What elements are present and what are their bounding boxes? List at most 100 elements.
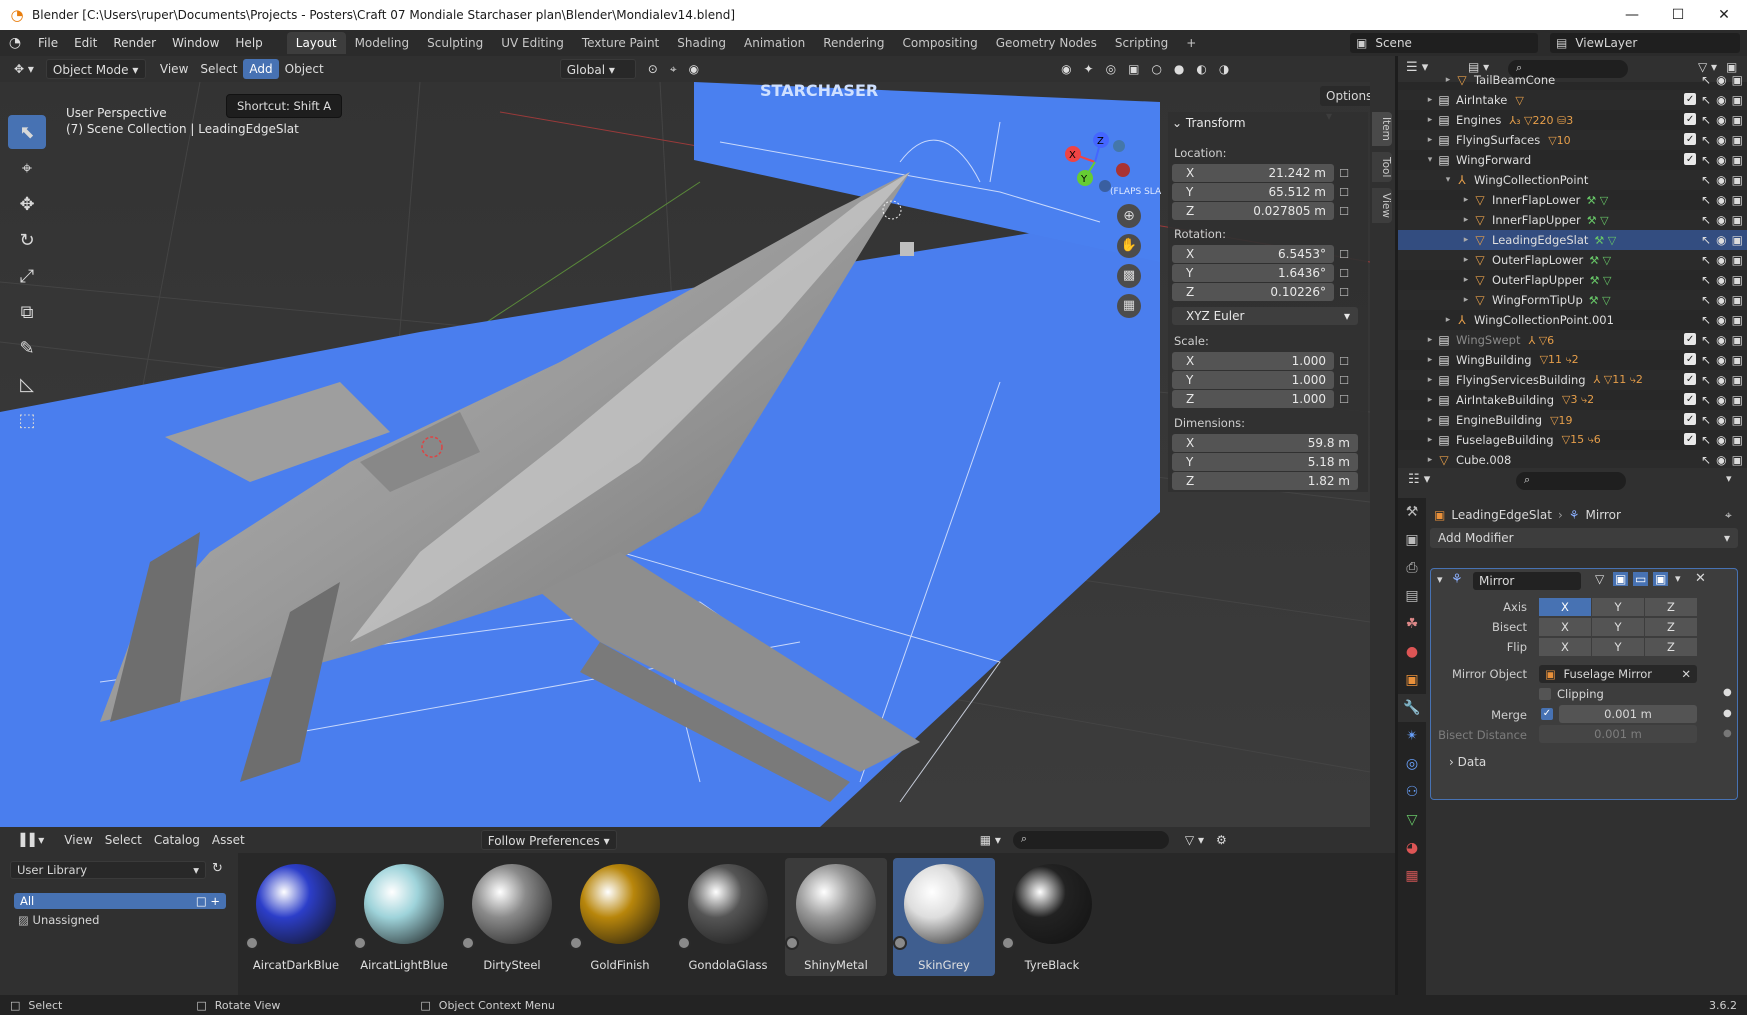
menu-edit[interactable]: Edit [66,36,105,50]
expand-arrow-icon[interactable]: ▸ [1460,215,1472,225]
close-window-button[interactable]: ✕ [1701,0,1747,30]
selectable-arrow-icon[interactable]: ↖ [1701,393,1711,407]
exclude-checkbox[interactable]: ✓ [1684,133,1697,145]
location-y-field[interactable]: Y 65.512 m [1172,183,1334,201]
blender-menu-icon[interactable]: ◔ [0,35,30,51]
visibility-eye-icon[interactable]: ◉ [1716,293,1726,307]
selectable-arrow-icon[interactable]: ↖ [1701,333,1711,347]
viewlayer-selector[interactable]: ▤ ViewLayer [1550,33,1740,53]
rotate-tool-icon[interactable]: ↻ [8,223,46,257]
add-catalog-icon[interactable]: □ + [196,893,220,909]
add-modifier-button[interactable]: Add Modifier ▾ [1430,528,1738,548]
rotation-y-field[interactable]: Y 1.6436° [1172,264,1334,282]
render-camera-icon[interactable]: ▣ [1732,173,1743,187]
outliner-row[interactable]: ▾ ⅄ WingCollectionPoint ↖ ◉ ▣ [1398,170,1747,190]
world-properties-icon[interactable]: ● [1398,638,1426,666]
render-camera-icon[interactable]: ▣ [1732,373,1743,387]
outliner-row[interactable]: ▸ ▽ InnerFlapUpper ⚒ ▽ ↖ ◉ ▣ [1398,210,1747,230]
dimensions-y-field[interactable]: Y 5.18 m [1172,453,1358,471]
visibility-eye-icon[interactable]: ◉ [1716,233,1726,247]
outliner-row[interactable]: ▾ ▤ WingForward ✓ ↖ ◉ ▣ [1398,150,1747,170]
visibility-eye-icon[interactable]: ◉ [1716,413,1726,427]
outliner-row[interactable]: ▸ ▤ FlyingSurfaces ▽10 ✓ ↖ ◉ ▣ [1398,130,1747,150]
outliner-row[interactable]: ▸ ▽ TailBeamCone ↖ ◉ ▣ [1398,70,1747,90]
outliner-row[interactable]: ▸ ▤ WingSwept ⅄ ▽6 ✓ ↖ ◉ ▣ [1398,330,1747,350]
render-camera-icon[interactable]: ▣ [1732,93,1743,107]
menu-select[interactable]: Select [194,59,243,79]
menu-add[interactable]: Add [243,59,279,79]
exclude-checkbox[interactable]: ✓ [1684,93,1697,105]
visibility-eye-icon[interactable]: ◉ [1716,253,1726,267]
asset-card[interactable]: DirtySteel [461,858,563,976]
outliner-row[interactable]: ▸ ▤ EngineBuilding ▽19 ✓ ↖ ◉ ▣ [1398,410,1747,430]
scale-z-field[interactable]: Z 1.000 [1172,390,1334,408]
tab-texture-paint[interactable]: Texture Paint [573,32,668,54]
scene-properties-icon[interactable]: ☘ [1398,610,1426,638]
overlay-toggle-icon[interactable]: ◎ [1100,59,1122,79]
wireframe-shading-icon[interactable]: ○ [1145,59,1167,79]
mirror-object-field[interactable]: ▣ Fuselage Mirror ✕ [1539,665,1697,683]
cage-toggle-icon[interactable]: ▣ [1613,572,1629,586]
selectable-arrow-icon[interactable]: ↖ [1701,373,1711,387]
visibility-eye-icon[interactable]: ◉ [1716,273,1726,287]
options-dropdown[interactable]: Options ▾ [1320,86,1370,123]
pivot-icon[interactable]: ⊙ [642,59,664,79]
lock-scale-y-icon[interactable]: ☐ [1336,372,1352,388]
render-camera-icon[interactable]: ▣ [1732,73,1743,87]
merge-checkbox[interactable]: ✓ [1541,708,1553,720]
transform-header[interactable]: ⌄ Transform [1172,116,1246,130]
expand-arrow-icon[interactable]: ▸ [1460,255,1472,265]
dimensions-z-field[interactable]: Z 1.82 m [1172,472,1358,490]
asset-search-input[interactable]: ⌕ [1012,831,1169,849]
exclude-checkbox[interactable]: ✓ [1684,333,1697,345]
expand-arrow-icon[interactable]: ▸ [1424,135,1436,145]
visibility-eye-icon[interactable]: ◉ [1716,173,1726,187]
object-properties-icon[interactable]: ▣ [1398,666,1426,694]
zoom-icon[interactable]: ⊕ [1117,204,1141,228]
selectable-arrow-icon[interactable]: ↖ [1701,173,1711,187]
minimize-button[interactable]: — [1609,0,1655,30]
render-camera-icon[interactable]: ▣ [1732,153,1743,167]
render-camera-icon[interactable]: ▣ [1732,393,1743,407]
select-box-tool-icon[interactable]: ⬉ [8,115,46,149]
tab-sculpting[interactable]: Sculpting [418,32,492,54]
visibility-eye-icon[interactable]: ◉ [1716,213,1726,227]
flip-z-toggle[interactable]: Z [1645,638,1697,656]
gizmo-toggle-icon[interactable]: ✦ [1078,59,1100,79]
tab-geometry-nodes[interactable]: Geometry Nodes [987,32,1106,54]
outliner-row[interactable]: ▸ ▽ Cube.008 ↖ ◉ ▣ [1398,450,1747,468]
dimensions-x-field[interactable]: X 59.8 m [1172,434,1358,452]
render-camera-icon[interactable]: ▣ [1732,213,1743,227]
tab-shading[interactable]: Shading [668,32,735,54]
expand-arrow-icon[interactable]: ▸ [1424,115,1436,125]
location-x-field[interactable]: X 21.242 m [1172,164,1334,182]
keyframe-dot-icon[interactable]: ● [1723,728,1732,739]
transform-tool-icon[interactable]: ⧉ [8,295,46,329]
asset-card[interactable]: GoldFinish [569,858,671,976]
tab-scripting[interactable]: Scripting [1106,32,1177,54]
menu-render[interactable]: Render [105,36,164,50]
render-camera-icon[interactable]: ▣ [1732,433,1743,447]
render-toggle-icon[interactable]: ▣ [1653,572,1669,586]
solid-shading-icon[interactable]: ● [1168,59,1190,79]
selectable-arrow-icon[interactable]: ↖ [1701,273,1711,287]
move-tool-icon[interactable]: ✥ [8,187,46,221]
clear-field-icon[interactable]: ✕ [1681,665,1691,683]
physics-icon[interactable]: ◎ [1398,750,1426,778]
exclude-checkbox[interactable]: ✓ [1684,373,1697,385]
3d-viewport[interactable]: STARCHASER (FLAPS SLA User Perspective (… [0,82,1370,827]
tab-layout[interactable]: Layout [286,32,346,54]
merge-distance-field[interactable]: 0.001 m [1559,705,1697,723]
bisect-x-toggle[interactable]: X [1539,618,1591,636]
scale-y-field[interactable]: Y 1.000 [1172,371,1334,389]
expand-arrow-icon[interactable]: ▸ [1424,95,1436,105]
orientation-dropdown[interactable]: Global ▾ [559,59,636,79]
asset-library-dropdown[interactable]: User Library ▾ [10,861,206,879]
annotate-tool-icon[interactable]: ✎ [8,331,46,365]
tab-uv-editing[interactable]: UV Editing [492,32,573,54]
particles-icon[interactable]: ✴ [1398,722,1426,750]
tab-animation[interactable]: Animation [735,32,814,54]
visibility-eye-icon[interactable]: ◉ [1716,133,1726,147]
exclude-checkbox[interactable]: ✓ [1684,393,1697,405]
asset-card[interactable]: ShinyMetal [785,858,887,976]
